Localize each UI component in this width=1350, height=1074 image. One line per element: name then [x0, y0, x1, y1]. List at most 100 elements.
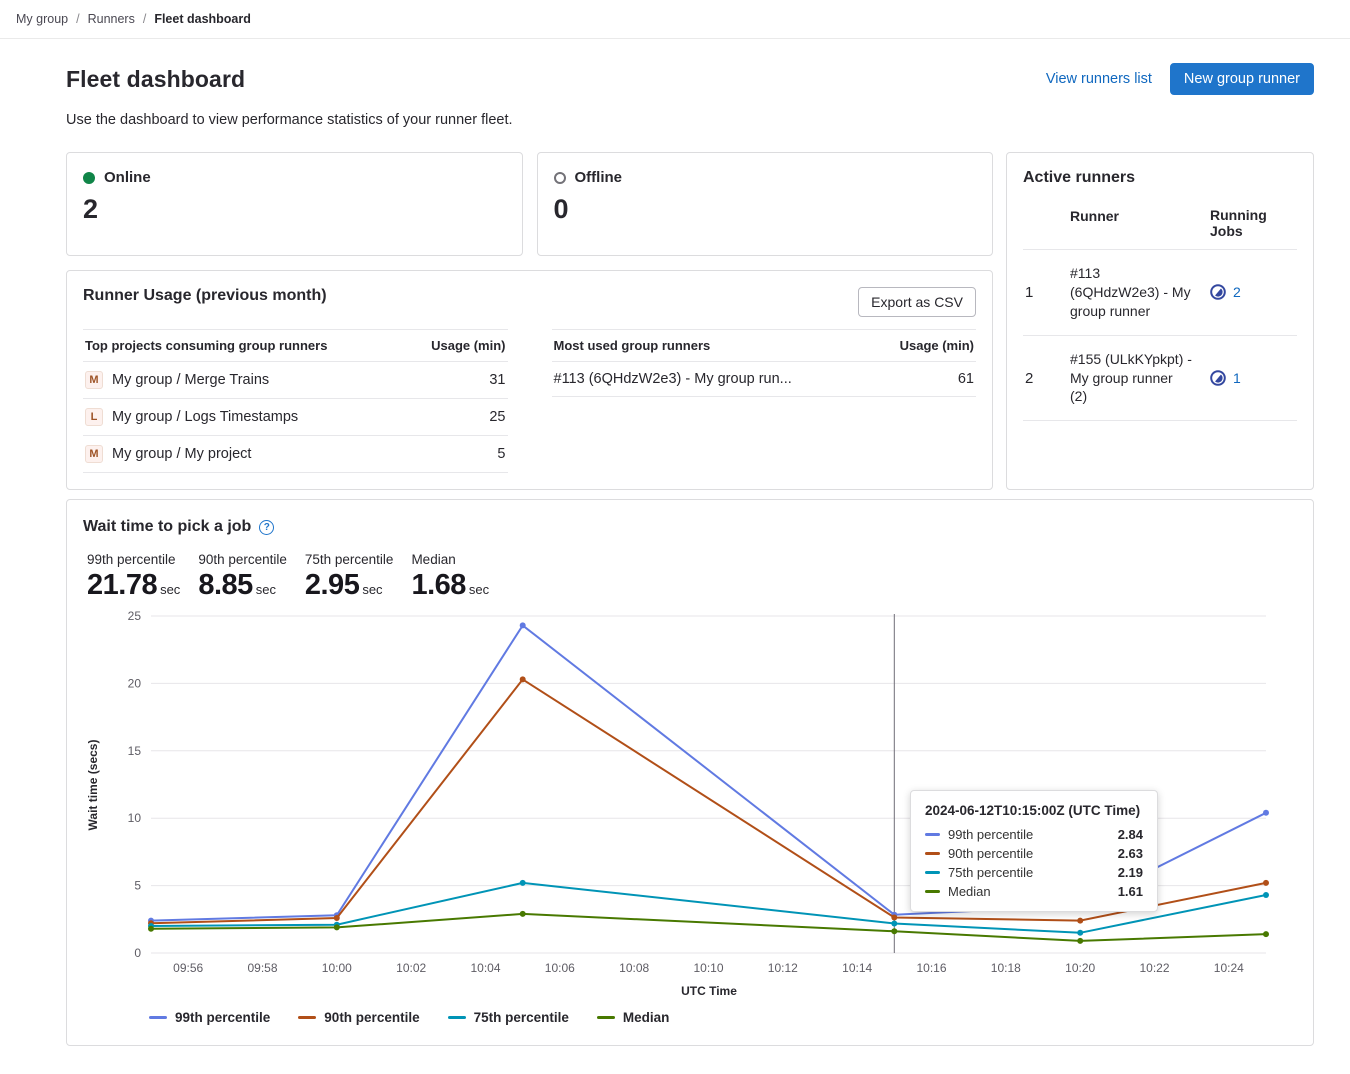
breadcrumb-runners[interactable]: Runners	[88, 12, 135, 26]
svg-text:10:20: 10:20	[1065, 961, 1095, 975]
breadcrumb-separator: /	[143, 12, 146, 26]
header-actions: View runners list New group runner	[1046, 63, 1314, 95]
project-name: My group / Merge Trains	[112, 372, 269, 388]
usage-min-header: Usage (min)	[900, 338, 974, 353]
breadcrumb-current: Fleet dashboard	[154, 12, 251, 26]
wait-time-title: Wait time to pick a job	[83, 518, 251, 536]
runner-rank: 2	[1023, 370, 1070, 387]
breadcrumb: My group / Runners / Fleet dashboard	[0, 0, 1350, 39]
legend-item-75th[interactable]: 75th percentile	[448, 1010, 569, 1025]
wait-time-stats: 99th percentile 21.78sec 90th percentile…	[87, 552, 1293, 602]
project-avatar: M	[85, 445, 103, 463]
online-count: 2	[83, 194, 506, 225]
tooltip-row: 90th percentile 2.63	[925, 846, 1143, 861]
active-runner-row: 2 #155 (ULkKYpkpt) - My group runner (2)…	[1023, 336, 1297, 422]
usage-min-header: Usage (min)	[431, 338, 505, 353]
help-icon[interactable]: ?	[259, 520, 274, 535]
svg-text:09:58: 09:58	[247, 961, 277, 975]
series-swatch	[925, 890, 940, 893]
svg-text:10:12: 10:12	[768, 961, 798, 975]
active-runner-row: 1 #113 (6QHdzW2e3) - My group runner 2	[1023, 250, 1297, 336]
tooltip-title: 2024-06-12T10:15:00Z (UTC Time)	[925, 803, 1143, 818]
running-jobs-count[interactable]: 1	[1233, 370, 1241, 386]
svg-text:Wait time (secs): Wait time (secs)	[86, 740, 100, 831]
svg-text:10:24: 10:24	[1214, 961, 1244, 975]
svg-text:10:04: 10:04	[470, 961, 500, 975]
running-status-icon	[1210, 370, 1226, 386]
legend-item-90th[interactable]: 90th percentile	[298, 1010, 419, 1025]
wait-time-chart[interactable]: 051015202509:5609:5810:0010:0210:0410:06…	[83, 608, 1297, 1000]
runner-link[interactable]: #155 (ULkKYpkpt) - My group runner (2)	[1070, 350, 1192, 407]
runner-name: #113 (6QHdzW2e3) - My group run...	[554, 371, 792, 387]
svg-text:10:10: 10:10	[693, 961, 723, 975]
offline-label: Offline	[575, 169, 623, 186]
export-csv-button[interactable]: Export as CSV	[858, 287, 976, 317]
svg-text:0: 0	[134, 946, 141, 960]
runner-usage-card: Runner Usage (previous month) Export as …	[66, 270, 993, 490]
table-row: M My group / Merge Trains 31	[83, 362, 508, 399]
svg-text:10:06: 10:06	[545, 961, 575, 975]
online-label: Online	[104, 169, 151, 186]
project-name: My group / My project	[112, 446, 251, 462]
offline-runners-card: Offline 0	[537, 152, 994, 256]
active-runners-header-row: Runner Running Jobs	[1023, 193, 1297, 250]
svg-text:10:16: 10:16	[916, 961, 946, 975]
page-description: Use the dashboard to view performance st…	[66, 112, 1314, 128]
svg-text:5: 5	[134, 879, 141, 893]
most-used-runners-header: Most used group runners	[554, 338, 711, 353]
tooltip-row: 99th percentile 2.84	[925, 827, 1143, 842]
table-row: L My group / Logs Timestamps 25	[83, 399, 508, 436]
project-avatar: L	[85, 408, 103, 426]
top-projects-header: Top projects consuming group runners	[85, 338, 327, 353]
project-usage: 25	[489, 409, 505, 425]
svg-text:09:56: 09:56	[173, 961, 203, 975]
svg-text:10: 10	[128, 811, 142, 825]
stat-75th-percentile: 75th percentile 2.95sec	[305, 552, 394, 602]
runner-usage: 61	[958, 371, 974, 387]
svg-text:10:14: 10:14	[842, 961, 872, 975]
series-swatch	[925, 852, 940, 855]
runner-link[interactable]: #113 (6QHdzW2e3) - My group runner	[1070, 264, 1192, 321]
view-runners-list-link[interactable]: View runners list	[1046, 71, 1152, 87]
legend-item-median[interactable]: Median	[597, 1010, 670, 1025]
stat-99th-percentile: 99th percentile 21.78sec	[87, 552, 180, 602]
active-runners-title: Active runners	[1023, 169, 1297, 187]
top-projects-table: Top projects consuming group runners Usa…	[83, 329, 508, 473]
breadcrumb-my-group[interactable]: My group	[16, 12, 68, 26]
runner-usage-title: Runner Usage (previous month)	[83, 287, 327, 305]
active-runners-card: Active runners Runner Running Jobs 1 #11…	[1006, 152, 1314, 490]
online-runners-card: Online 2	[66, 152, 523, 256]
table-row: #113 (6QHdzW2e3) - My group run... 61	[552, 362, 977, 397]
status-cards-row: Online 2 Offline 0	[66, 152, 993, 256]
series-swatch	[925, 871, 940, 874]
series-swatch	[448, 1016, 466, 1020]
dashboard-left-column: Online 2 Offline 0 Runner Usage (	[66, 152, 993, 490]
breadcrumb-separator: /	[76, 12, 79, 26]
stat-90th-percentile: 90th percentile 8.85sec	[198, 552, 287, 602]
running-status-icon	[1210, 284, 1226, 300]
project-usage: 5	[497, 446, 505, 462]
runner-column-header: Runner	[1070, 207, 1192, 239]
runner-rank: 1	[1023, 284, 1070, 301]
wait-time-card: Wait time to pick a job ? 99th percentil…	[66, 499, 1314, 1046]
series-swatch	[149, 1016, 167, 1020]
svg-text:10:22: 10:22	[1139, 961, 1169, 975]
svg-text:10:08: 10:08	[619, 961, 649, 975]
svg-text:25: 25	[128, 609, 142, 623]
dashboard-top-area: Online 2 Offline 0 Runner Usage (	[66, 152, 1314, 490]
page-content: Fleet dashboard View runners list New gr…	[0, 39, 1350, 1074]
running-jobs-count[interactable]: 2	[1233, 284, 1241, 300]
page-title: Fleet dashboard	[66, 66, 245, 93]
new-group-runner-button[interactable]: New group runner	[1170, 63, 1314, 95]
offline-status-icon	[554, 172, 566, 184]
svg-text:10:00: 10:00	[322, 961, 352, 975]
tooltip-row: Median 1.61	[925, 884, 1143, 899]
running-jobs-column-header: Running Jobs	[1192, 207, 1297, 239]
svg-text:20: 20	[128, 676, 142, 690]
most-used-runners-table: Most used group runners Usage (min) #113…	[552, 329, 977, 473]
project-usage: 31	[489, 372, 505, 388]
svg-text:UTC Time: UTC Time	[681, 984, 737, 998]
fleet-dashboard-page: My group / Runners / Fleet dashboard Fle…	[0, 0, 1350, 1074]
legend-item-99th[interactable]: 99th percentile	[149, 1010, 270, 1025]
svg-text:10:02: 10:02	[396, 961, 426, 975]
